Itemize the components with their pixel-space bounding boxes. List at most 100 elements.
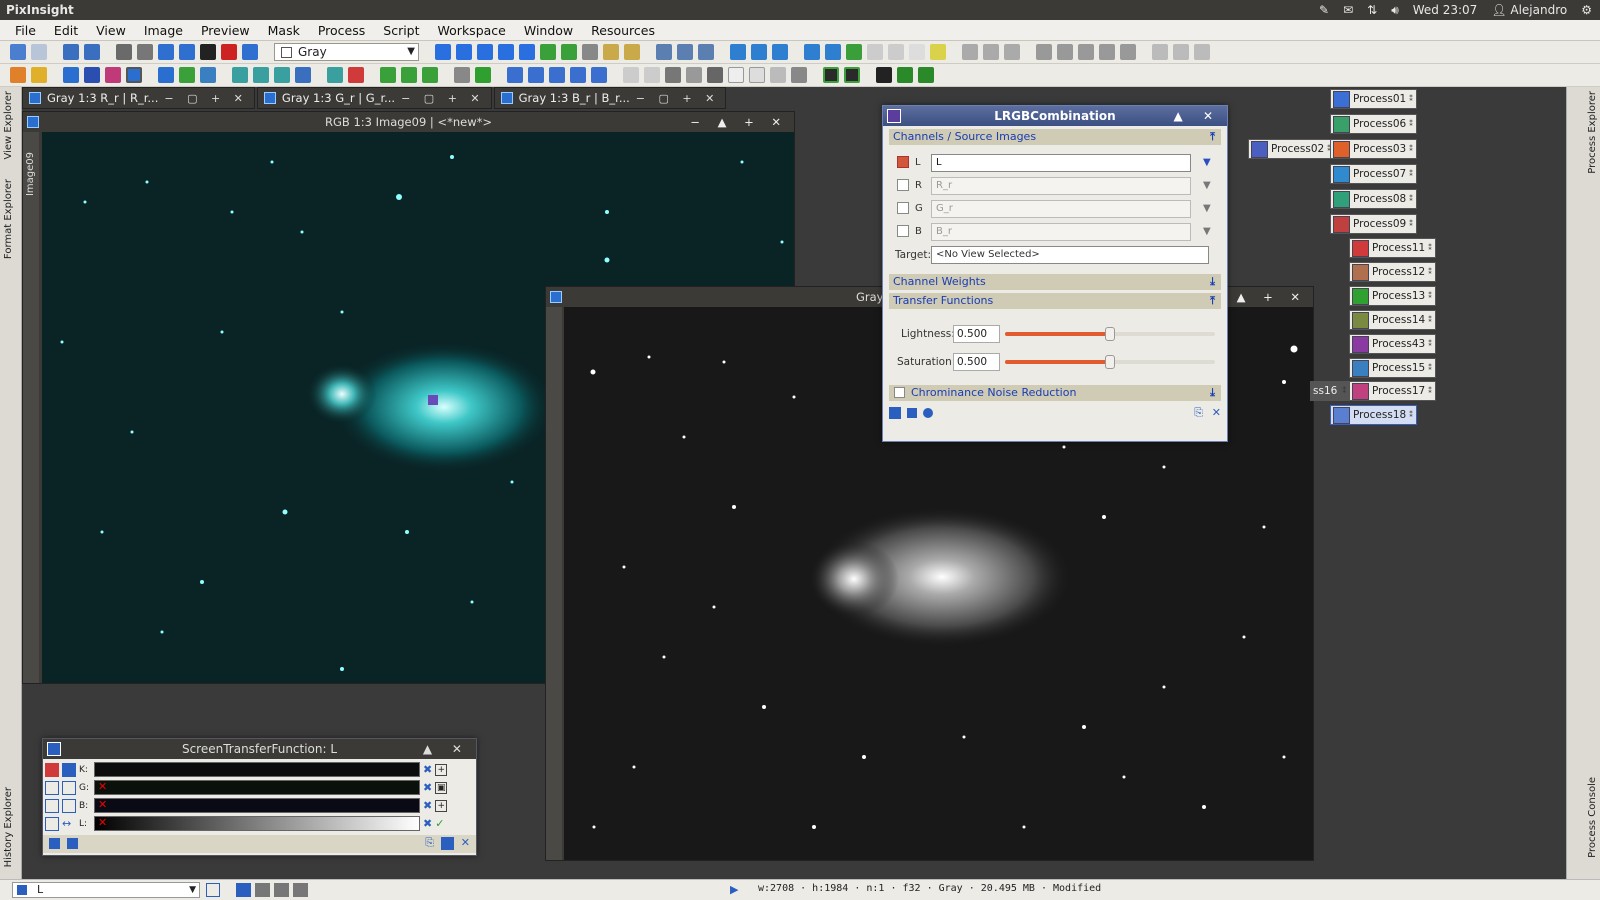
- stack2-icon[interactable]: [897, 67, 913, 83]
- menu-resources[interactable]: Resources: [582, 23, 664, 38]
- stf-one-icon[interactable]: [45, 780, 59, 795]
- fill3-icon[interactable]: [707, 67, 723, 83]
- tile-icon[interactable]: [772, 44, 788, 60]
- cube2-icon[interactable]: [401, 67, 417, 83]
- lrgb-titlebar[interactable]: LRGBCombination ▲ ✕: [883, 106, 1227, 126]
- reset-icon[interactable]: ▣: [435, 781, 448, 794]
- stf-titlebar[interactable]: ScreenTransferFunction: L ▲ ✕: [43, 739, 476, 759]
- open-icon[interactable]: [10, 67, 26, 83]
- menu-window[interactable]: Window: [515, 23, 582, 38]
- layers2-icon[interactable]: [844, 67, 860, 83]
- search-plus-icon[interactable]: [677, 44, 693, 60]
- play-icon[interactable]: ▶: [730, 883, 738, 896]
- graph5-icon[interactable]: [348, 67, 364, 83]
- mask-icon[interactable]: [116, 44, 132, 60]
- menu-edit[interactable]: Edit: [45, 23, 87, 38]
- channel-r-input[interactable]: R_r: [931, 177, 1191, 195]
- channel-b-select-icon[interactable]: ▼: [1203, 226, 1211, 237]
- fill7-icon[interactable]: [791, 67, 807, 83]
- fill2-icon[interactable]: [686, 67, 702, 83]
- window-controls[interactable]: − ▢ + ✕: [164, 92, 248, 105]
- process-icon-process07[interactable]: Process07 ⁑: [1330, 164, 1417, 184]
- stf-bar-l[interactable]: ✕: [94, 816, 420, 831]
- section-channels[interactable]: Channels / Source Images ⤒: [889, 129, 1221, 145]
- process-blue-icon[interactable]: [200, 67, 216, 83]
- expand-icon[interactable]: ⤓: [1210, 274, 1215, 290]
- network-icon[interactable]: ⇅: [1367, 3, 1377, 18]
- process-icon-handle[interactable]: ⁑: [1428, 364, 1432, 372]
- reset-icon[interactable]: +: [435, 763, 448, 776]
- zoom-in-icon[interactable]: [477, 44, 493, 60]
- preview-stack-icon[interactable]: [909, 44, 925, 60]
- process-icon-process08[interactable]: Process08 ⁑: [1330, 189, 1417, 209]
- reset-icon[interactable]: ⎘: [425, 836, 434, 850]
- channel-l-select-icon[interactable]: ▼: [1203, 157, 1211, 168]
- fill5-icon[interactable]: [749, 67, 765, 83]
- panel-controls[interactable]: ▲ ✕: [423, 739, 470, 759]
- menu-preview[interactable]: Preview: [192, 23, 259, 38]
- channel-b-input[interactable]: B_r: [931, 223, 1191, 241]
- network-graph-icon[interactable]: [232, 67, 248, 83]
- saturation-slider-knob[interactable]: [1105, 355, 1115, 369]
- saturation-input[interactable]: 0.500: [953, 353, 1000, 371]
- process-icon-process11[interactable]: Process11 ⁑: [1349, 238, 1436, 258]
- stf-bar-b[interactable]: ✕: [94, 798, 420, 813]
- process-icon-process18[interactable]: Process18 ⁑: [1330, 405, 1417, 425]
- graph2-icon[interactable]: [253, 67, 269, 83]
- fit-window-icon[interactable]: [730, 44, 746, 60]
- process-icon-process01[interactable]: Process01 ⁑: [1330, 89, 1417, 109]
- channel-r-checkbox[interactable]: [897, 179, 909, 191]
- menu-process[interactable]: Process: [309, 23, 374, 38]
- view-mode-normal-icon[interactable]: [236, 883, 251, 897]
- channel-icon[interactable]: [200, 44, 216, 60]
- hand-icon[interactable]: [1004, 44, 1020, 60]
- clock[interactable]: Wed 23:07: [1413, 3, 1478, 18]
- auto-stretch-icon[interactable]: ✖: [423, 781, 432, 794]
- view-mode-3-icon[interactable]: [274, 883, 289, 897]
- process-icon-process12[interactable]: Process12 ⁑: [1349, 262, 1436, 282]
- format-explorer-tab[interactable]: Format Explorer: [3, 179, 14, 259]
- stf-bar-g[interactable]: ✕: [94, 780, 420, 795]
- process-icon-process15[interactable]: Process15 ⁑: [1349, 358, 1436, 378]
- stf-grid-icon[interactable]: [45, 816, 59, 831]
- apply-global-icon[interactable]: [923, 408, 933, 418]
- process-icon-handle[interactable]: ⁑: [1428, 387, 1432, 395]
- image-icon[interactable]: [63, 44, 79, 60]
- window-controls[interactable]: − ▢ + ✕: [636, 92, 720, 105]
- view-blue-icon[interactable]: [84, 67, 100, 83]
- image-id-tab[interactable]: Image09: [25, 152, 36, 196]
- process-icon-handle[interactable]: ⁑: [1428, 292, 1432, 300]
- apply-icon[interactable]: [67, 838, 78, 849]
- fill-icon[interactable]: [665, 67, 681, 83]
- view-icon[interactable]: [63, 67, 79, 83]
- rotate-left-icon[interactable]: [507, 67, 523, 83]
- auto-stretch-icon[interactable]: ✖: [423, 799, 432, 812]
- noise-reduction-checkbox[interactable]: [894, 387, 905, 398]
- lightness-slider-knob[interactable]: [1105, 327, 1115, 341]
- process-icon-process09[interactable]: Process09 ⁑: [1330, 214, 1417, 234]
- duplicate-icon[interactable]: [84, 44, 100, 60]
- preview-icon[interactable]: [804, 44, 820, 60]
- stf-zoom-in-icon[interactable]: [62, 780, 76, 795]
- cube-icon[interactable]: [380, 67, 396, 83]
- window-tab-b[interactable]: Gray 1:3 B_r | B_r... − ▢ + ✕: [493, 87, 727, 109]
- rotate-180-icon[interactable]: [549, 67, 565, 83]
- gear-icon[interactable]: ⚙: [1581, 3, 1592, 18]
- channel-l-checkbox[interactable]: [897, 156, 909, 168]
- fill6-icon[interactable]: [770, 67, 786, 83]
- history-explorer-tab[interactable]: History Explorer: [3, 787, 14, 867]
- preview-new-icon[interactable]: [825, 44, 841, 60]
- tool2-icon[interactable]: [1057, 44, 1073, 60]
- reset-icon[interactable]: ⎘: [1194, 406, 1203, 420]
- process-icon[interactable]: [158, 67, 174, 83]
- grid-icon[interactable]: [295, 67, 311, 83]
- view-frame-icon[interactable]: [126, 67, 142, 83]
- saturation-slider[interactable]: [1005, 355, 1215, 369]
- preferences-icon[interactable]: ✕: [461, 836, 470, 849]
- readout-icon[interactable]: [624, 44, 640, 60]
- flip-v-icon[interactable]: [591, 67, 607, 83]
- channel-r-select-icon[interactable]: ▼: [1203, 180, 1211, 191]
- half-icon[interactable]: [454, 67, 470, 83]
- view-mode-4-icon[interactable]: [293, 883, 308, 897]
- process-icon-handle[interactable]: ⁑: [1428, 340, 1432, 348]
